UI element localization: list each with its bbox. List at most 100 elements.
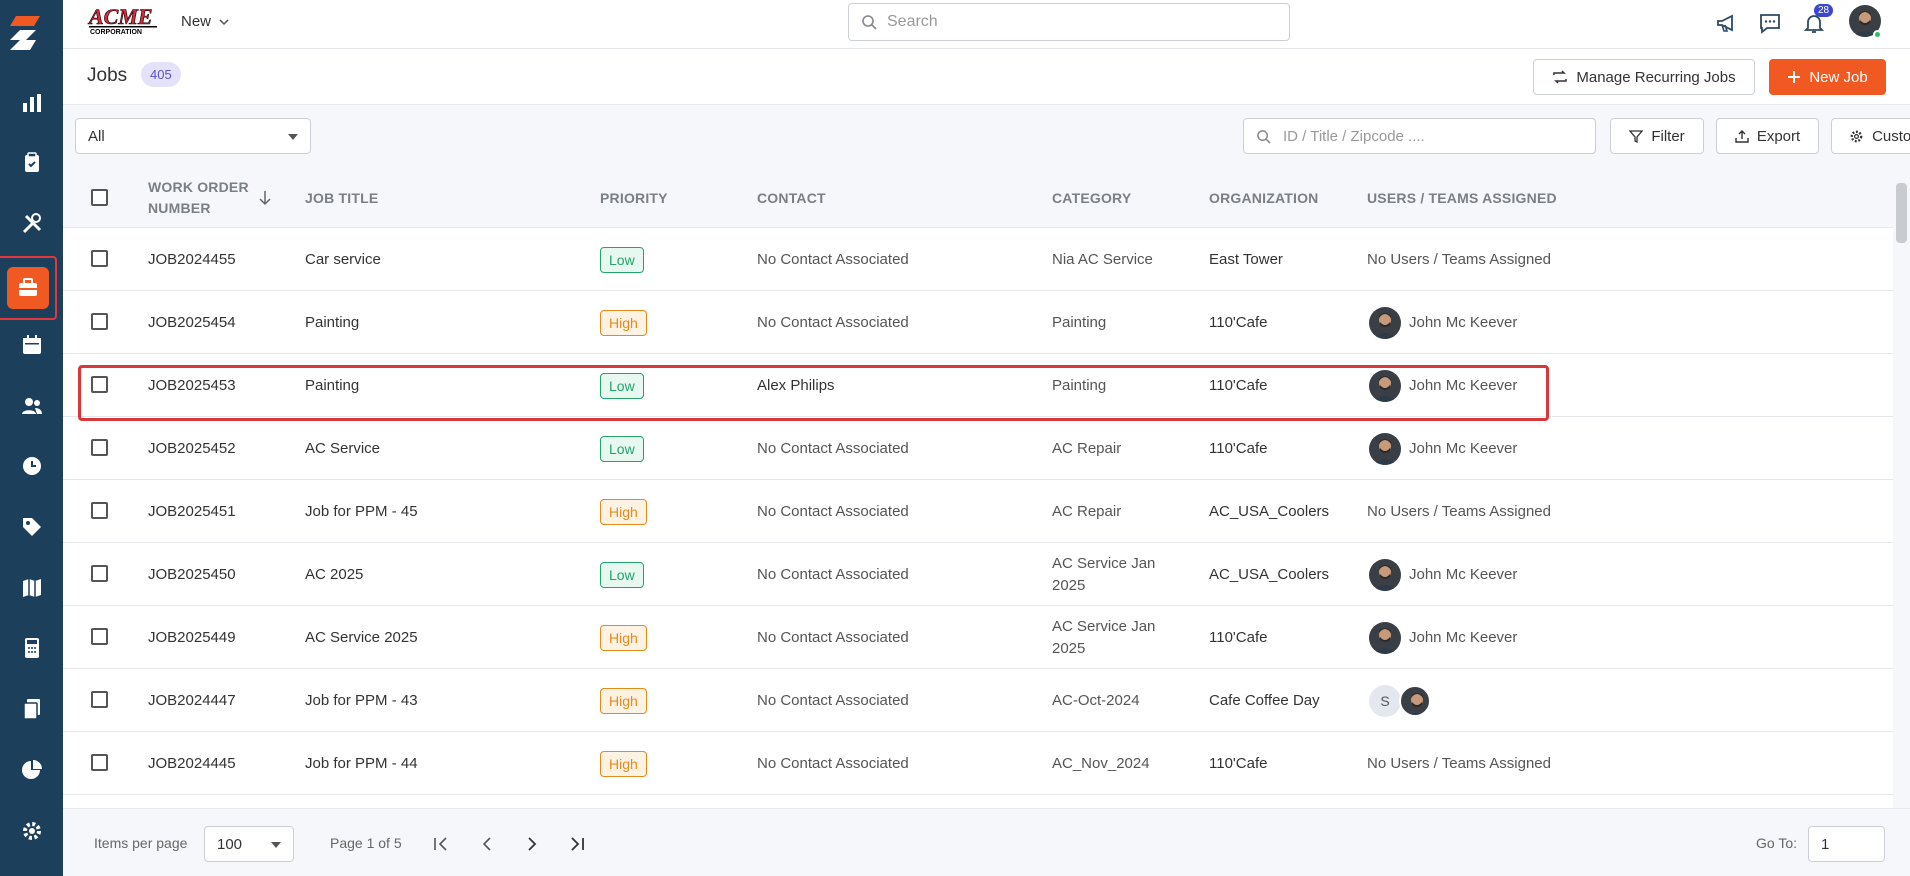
- row-checkbox[interactable]: [91, 376, 108, 393]
- job-title[interactable]: AC Service: [305, 417, 380, 480]
- col-organization[interactable]: ORGANIZATION: [1209, 168, 1318, 228]
- app-logo-icon[interactable]: [6, 10, 52, 56]
- nav-settings-icon[interactable]: [0, 803, 63, 859]
- new-job-label: New Job: [1809, 68, 1868, 86]
- assigned-cell: John Mc Keever: [1369, 417, 1517, 480]
- first-page-icon[interactable]: [430, 833, 452, 855]
- work-order-number[interactable]: JOB2025449: [148, 606, 236, 669]
- job-title[interactable]: Job for PPM - 45: [305, 480, 418, 543]
- row-checkbox[interactable]: [91, 313, 108, 330]
- announcements-icon[interactable]: [1714, 10, 1740, 36]
- work-order-number[interactable]: JOB2024445: [148, 732, 236, 795]
- col-category[interactable]: CATEGORY: [1052, 168, 1131, 228]
- row-checkbox[interactable]: [91, 439, 108, 456]
- organization: Cafe Coffee Day: [1209, 692, 1320, 709]
- nav-documents-icon[interactable]: [0, 681, 63, 737]
- export-button[interactable]: Export: [1716, 118, 1819, 154]
- goto-page-input[interactable]: 1: [1808, 826, 1885, 862]
- work-order-number[interactable]: JOB2025451: [148, 480, 236, 543]
- work-order-number[interactable]: JOB2025452: [148, 417, 236, 480]
- new-menu[interactable]: New: [181, 13, 229, 30]
- search-icon: [1257, 129, 1271, 144]
- table-row[interactable]: JOB2025451 Job for PPM - 45 High No Cont…: [63, 480, 1895, 543]
- assigned-cell: John Mc Keever: [1369, 354, 1517, 417]
- nav-time-icon[interactable]: [0, 438, 63, 494]
- jobs-count-badge: 405: [141, 62, 181, 87]
- category-line2: 2025: [1052, 576, 1086, 594]
- table-row[interactable]: JOB2025452 AC Service Low No Contact Ass…: [63, 417, 1895, 480]
- row-checkbox[interactable]: [91, 628, 108, 645]
- work-order-number[interactable]: JOB2025453: [148, 354, 236, 417]
- next-page-icon[interactable]: [521, 833, 543, 855]
- col-priority[interactable]: PRIORITY: [600, 168, 668, 228]
- new-job-button[interactable]: New Job: [1769, 59, 1886, 95]
- items-per-page-label: Items per page: [94, 835, 188, 851]
- table-row[interactable]: JOB2025450 AC 2025 Low No Contact Associ…: [63, 543, 1895, 606]
- job-title[interactable]: AC 2025: [305, 543, 363, 606]
- col-job-title[interactable]: JOB TITLE: [305, 168, 378, 228]
- customize-button[interactable]: Customize: [1831, 118, 1910, 154]
- filter-bar: All ID / Title / Zipcode .... Filter Exp…: [63, 105, 1910, 168]
- svg-text:CORPORATION: CORPORATION: [90, 29, 142, 36]
- job-title[interactable]: AC Service 2025: [305, 606, 418, 669]
- nav-work-orders-icon[interactable]: [0, 135, 63, 191]
- nav-tools-icon[interactable]: [0, 196, 63, 252]
- contact: No Contact Associated: [757, 755, 909, 772]
- jobs-search-input[interactable]: ID / Title / Zipcode ....: [1243, 118, 1596, 154]
- row-checkbox[interactable]: [91, 502, 108, 519]
- nav-calculator-icon[interactable]: [0, 620, 63, 676]
- table-row[interactable]: JOB2025449 AC Service 2025 High No Conta…: [63, 606, 1895, 669]
- table-row[interactable]: JOB2024455 Car service Low No Contact As…: [63, 228, 1895, 291]
- work-order-number[interactable]: JOB2025450: [148, 543, 236, 606]
- sort-down-arrow-icon[interactable]: [259, 190, 271, 206]
- filter-button[interactable]: Filter: [1610, 118, 1704, 154]
- table-row[interactable]: JOB2025454 Painting High No Contact Asso…: [63, 291, 1895, 354]
- table-row[interactable]: JOB2025453 Painting Low Alex Philips Pai…: [63, 354, 1895, 417]
- nav-reports-icon[interactable]: [0, 742, 63, 798]
- plus-icon: [1788, 71, 1801, 83]
- manage-recurring-jobs-button[interactable]: Manage Recurring Jobs: [1533, 59, 1755, 95]
- col-users-teams-assigned[interactable]: USERS / TEAMS ASSIGNED: [1367, 168, 1557, 228]
- global-search-input[interactable]: Search: [848, 3, 1290, 41]
- previous-page-icon[interactable]: [476, 833, 498, 855]
- last-page-icon[interactable]: [566, 833, 588, 855]
- nav-jobs-icon[interactable]: [0, 256, 57, 320]
- col-contact[interactable]: CONTACT: [757, 168, 826, 228]
- row-checkbox[interactable]: [91, 691, 108, 708]
- nav-map-icon[interactable]: [0, 560, 63, 616]
- scrollbar-thumb[interactable]: [1896, 183, 1907, 243]
- view-select[interactable]: All: [75, 118, 311, 154]
- vertical-scrollbar[interactable]: [1893, 168, 1910, 808]
- messages-icon[interactable]: [1757, 10, 1783, 36]
- user-avatar: [1369, 558, 1401, 591]
- table-row[interactable]: JOB2024447 Job for PPM - 43 High No Cont…: [63, 669, 1895, 732]
- contact: No Contact Associated: [757, 629, 909, 646]
- assigned-user-name: John Mc Keever: [1409, 629, 1518, 646]
- page-title: Jobs: [87, 65, 128, 86]
- row-checkbox[interactable]: [91, 754, 108, 771]
- row-checkbox[interactable]: [91, 250, 108, 267]
- online-status-dot: [1873, 30, 1882, 39]
- col-work-order[interactable]: WORK ORDER NUMBER: [148, 168, 249, 228]
- items-per-page-select[interactable]: 100: [204, 826, 294, 862]
- job-title[interactable]: Painting: [305, 354, 359, 417]
- notifications-bell-icon[interactable]: 28: [1801, 4, 1834, 36]
- organization: 110'Cafe: [1209, 314, 1268, 331]
- assigned-user-name: John Mc Keever: [1409, 314, 1518, 331]
- acme-logo: ACME CORPORATION: [87, 4, 159, 36]
- work-order-number[interactable]: JOB2024455: [148, 228, 236, 291]
- select-all-checkbox[interactable]: [91, 189, 108, 206]
- nav-contacts-icon[interactable]: [0, 378, 63, 434]
- work-order-number[interactable]: JOB2025454: [148, 291, 236, 354]
- job-title[interactable]: Painting: [305, 291, 359, 354]
- job-title[interactable]: Car service: [305, 228, 381, 291]
- organization: 110'Cafe: [1209, 440, 1268, 457]
- job-title[interactable]: Job for PPM - 44: [305, 732, 418, 795]
- nav-dashboard-icon[interactable]: [0, 75, 63, 131]
- row-checkbox[interactable]: [91, 565, 108, 582]
- work-order-number[interactable]: JOB2024447: [148, 669, 236, 732]
- job-title[interactable]: Job for PPM - 43: [305, 669, 418, 732]
- nav-tags-icon[interactable]: [0, 499, 63, 555]
- nav-calendar-icon[interactable]: [0, 317, 63, 373]
- table-row[interactable]: JOB2024445 Job for PPM - 44 High No Cont…: [63, 732, 1895, 795]
